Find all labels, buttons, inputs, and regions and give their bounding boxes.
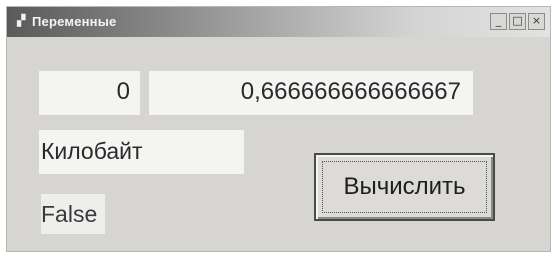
calculate-button-label: Вычислить: [343, 173, 466, 200]
calculate-button[interactable]: Вычислить: [314, 153, 495, 221]
double-value-field[interactable]: 0,666666666666667: [149, 71, 473, 115]
title-bar[interactable]: ▞ Переменные _ □ ×: [7, 7, 550, 37]
app-window: ▞ Переменные _ □ × 0 0,666666666666667 К…: [6, 6, 551, 252]
unit-value-field[interactable]: Килобайт: [39, 130, 244, 174]
bool-value-label: False: [41, 194, 106, 234]
window-title: Переменные: [32, 14, 117, 29]
integer-value-field[interactable]: 0: [39, 71, 140, 115]
close-button[interactable]: ×: [528, 13, 545, 30]
minimize-button[interactable]: _: [490, 13, 507, 30]
form-icon: ▞: [17, 15, 26, 27]
maximize-button[interactable]: □: [509, 13, 526, 30]
